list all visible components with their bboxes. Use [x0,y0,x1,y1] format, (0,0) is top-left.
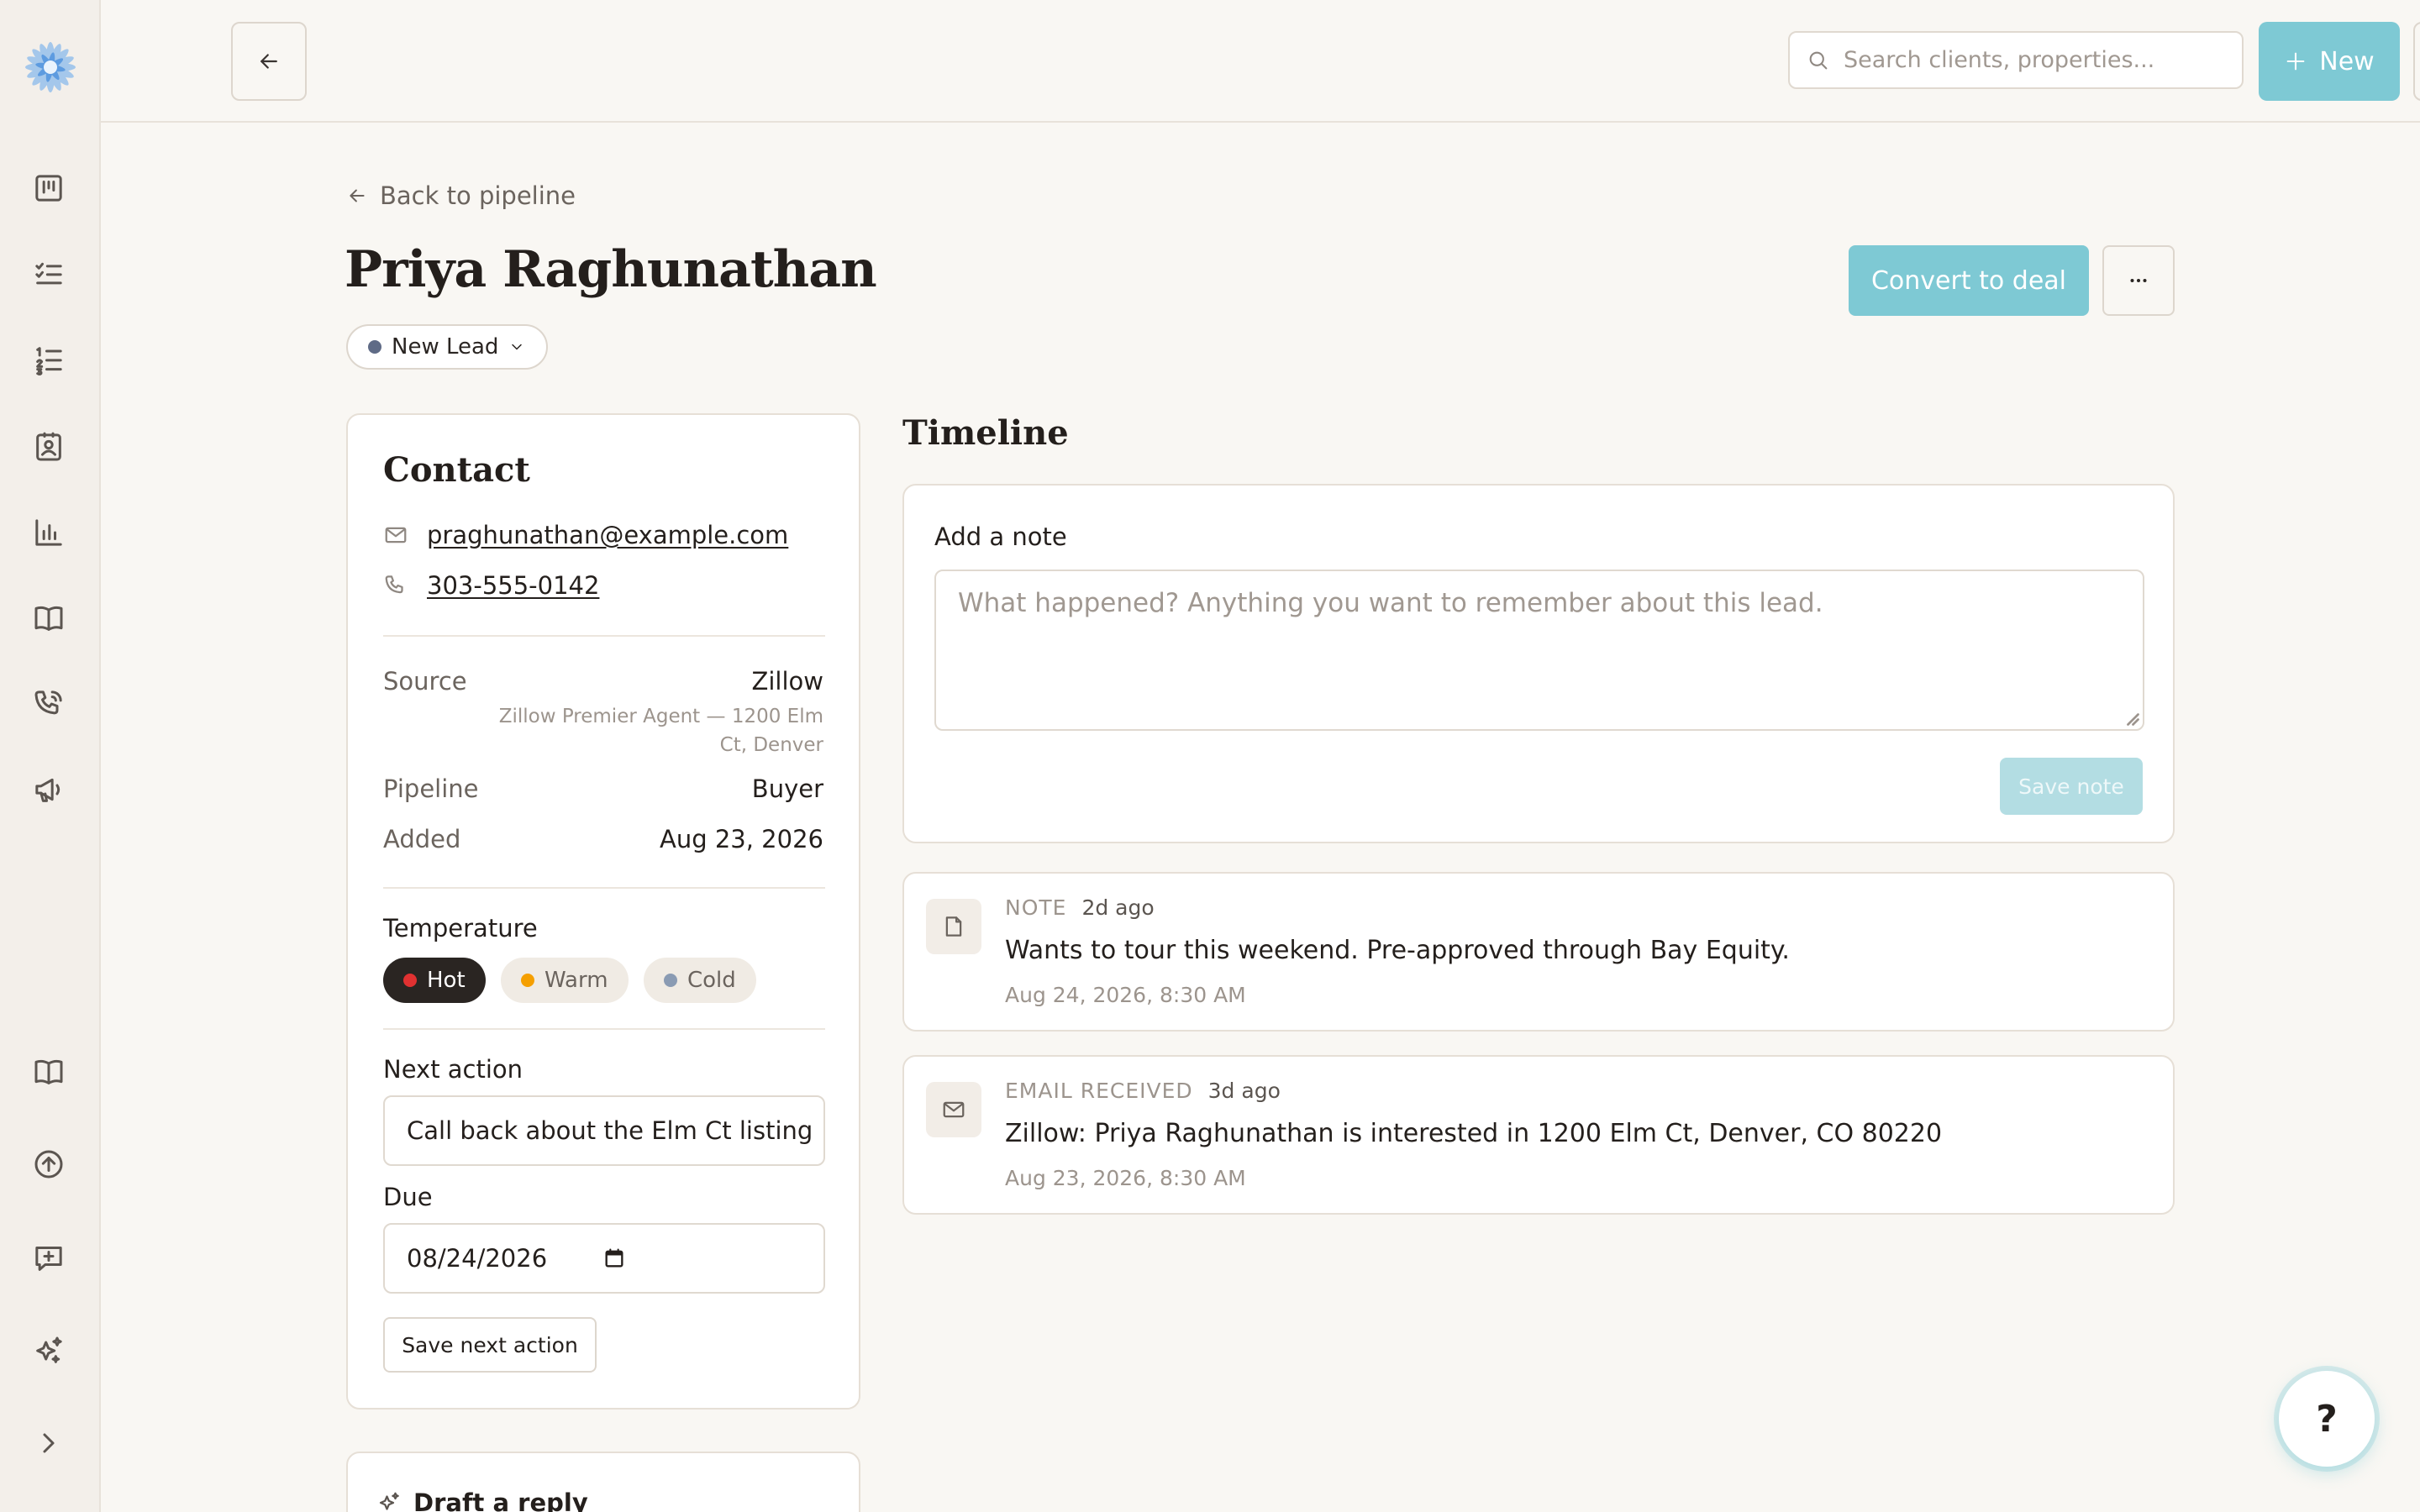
contacts-icon[interactable] [29,427,69,467]
top-bar: New [101,0,2420,123]
next-action-label: Next action [383,1055,523,1084]
event-text: Wants to tour this weekend. Pre-approved… [1005,936,1790,965]
draft-reply-header: Draft a reply [376,1488,588,1512]
temperature-hot-chip[interactable]: Hot [383,958,486,1003]
new-button[interactable]: New [2259,22,2400,101]
note-placeholder: What happened? Anything you want to reme… [958,588,1823,618]
phone-calls-icon[interactable] [29,684,69,724]
pipeline-value: Buyer [751,774,823,803]
phone-link[interactable]: 303-555-0142 [427,571,599,600]
event-kind: NOTE [1005,895,1067,920]
help-button[interactable]: ? [2279,1371,2375,1467]
search-box[interactable] [1788,31,2244,89]
event-kind: EMAIL RECEIVED [1005,1079,1193,1103]
event-ago: 3d ago [1207,1079,1281,1103]
mail-icon [926,1082,981,1137]
contact-card-title: Contact [383,450,530,490]
back-button[interactable] [231,22,307,101]
tasks-checklist-icon[interactable] [29,254,69,294]
upload-circle-icon[interactable] [29,1144,69,1184]
warm-dot [521,974,534,987]
draft-reply-card[interactable]: Draft a reply [346,1452,860,1512]
temperature-cold-label: Cold [687,968,736,993]
more-options-button[interactable] [2102,245,2175,316]
timeline-event: EMAIL RECEIVED 3d ago Zillow: Priya Ragh… [902,1055,2175,1215]
event-ago: 2d ago [1081,895,1155,920]
temperature-warm-label: Warm [544,968,608,993]
back-to-pipeline-label: Back to pipeline [380,181,576,210]
numbered-list-icon[interactable] [29,339,69,380]
phone-icon [385,575,403,594]
event-time: Aug 23, 2026, 8:30 AM [1005,1166,1246,1190]
book-icon[interactable] [29,598,69,638]
event-meta: EMAIL RECEIVED 3d ago [1005,1079,1281,1103]
pipeline-board-icon[interactable] [29,168,69,208]
back-to-pipeline-link[interactable]: Back to pipeline [346,181,576,210]
source-value: Zillow [751,667,824,696]
divider [383,635,825,637]
next-action-input[interactable]: Call back about the Elm Ct listing [383,1095,825,1166]
convert-to-deal-button[interactable]: Convert to deal [1849,245,2089,316]
flower-logo-icon[interactable] [15,32,86,102]
mail-icon [385,527,407,543]
new-button-label: New [2319,46,2375,76]
plus-icon [2286,52,2305,71]
added-value: Aug 23, 2026 [660,825,823,853]
add-note-label: Add a note [934,522,1067,551]
note-textarea[interactable]: What happened? Anything you want to reme… [934,570,2144,731]
guide-book-icon[interactable] [29,1052,69,1092]
email-link[interactable]: praghunathan@example.com [427,521,788,549]
contact-card: Contact praghunathan@example.com 303-555… [346,413,860,1410]
due-label: Due [383,1183,433,1211]
expand-sidebar-chevron-icon[interactable] [29,1423,69,1463]
megaphone-icon[interactable] [29,769,69,810]
sidebar [0,0,101,1512]
timeline-event: NOTE 2d ago Wants to tour this weekend. … [902,872,2175,1032]
resize-grip-icon[interactable] [2124,711,2139,726]
sparkles-icon[interactable] [29,1331,69,1371]
arrow-left-icon [350,189,365,202]
settings-button[interactable] [2413,22,2420,101]
timeline-title: Timeline [902,413,1069,453]
temperature-hot-label: Hot [427,968,466,993]
temperature-warm-chip[interactable]: Warm [501,958,629,1003]
temperature-cold-chip[interactable]: Cold [644,958,756,1003]
feedback-message-icon[interactable] [29,1238,69,1278]
page-title: Priya Raghunathan [345,240,877,299]
divider [383,887,825,889]
hot-dot [403,974,417,987]
stage-dot [368,340,381,354]
email-row: praghunathan@example.com [383,521,788,549]
cold-dot [664,974,677,987]
event-text: Zillow: Priya Raghunathan is interested … [1005,1119,1943,1148]
add-note-card: Add a note What happened? Anything you w… [902,484,2175,843]
save-next-action-button[interactable]: Save next action [383,1317,597,1373]
search-input[interactable] [1844,47,2230,73]
more-horizontal-icon [2130,279,2147,282]
source-detail: Zillow Premier Agent — 1200 Elm Ct, Denv… [498,706,823,756]
source-label: Source [383,667,467,696]
draft-reply-title: Draft a reply [413,1488,588,1512]
due-date-input[interactable]: 08/24/2026 [383,1223,825,1294]
sparkles-icon [379,1492,399,1510]
save-note-button[interactable]: Save note [2000,758,2143,815]
arrow-left-icon [260,54,277,69]
event-time: Aug 24, 2026, 8:30 AM [1005,983,1246,1007]
search-icon [1809,51,1828,69]
event-meta: NOTE 2d ago [1005,895,1155,920]
added-label: Added [383,825,461,853]
note-icon [926,899,981,954]
chevron-down-icon [512,344,523,350]
calendar-icon[interactable] [602,1247,626,1270]
stage-label: New Lead [392,334,499,360]
divider [383,1028,825,1030]
temperature-label: Temperature [383,914,538,942]
pipeline-label: Pipeline [383,774,479,803]
stage-dropdown[interactable]: New Lead [346,324,548,370]
due-date-value: 08/24/2026 [407,1244,548,1273]
phone-row: 303-555-0142 [383,571,599,600]
reports-chart-icon[interactable] [29,512,69,553]
next-action-value: Call back about the Elm Ct listing [407,1116,813,1145]
